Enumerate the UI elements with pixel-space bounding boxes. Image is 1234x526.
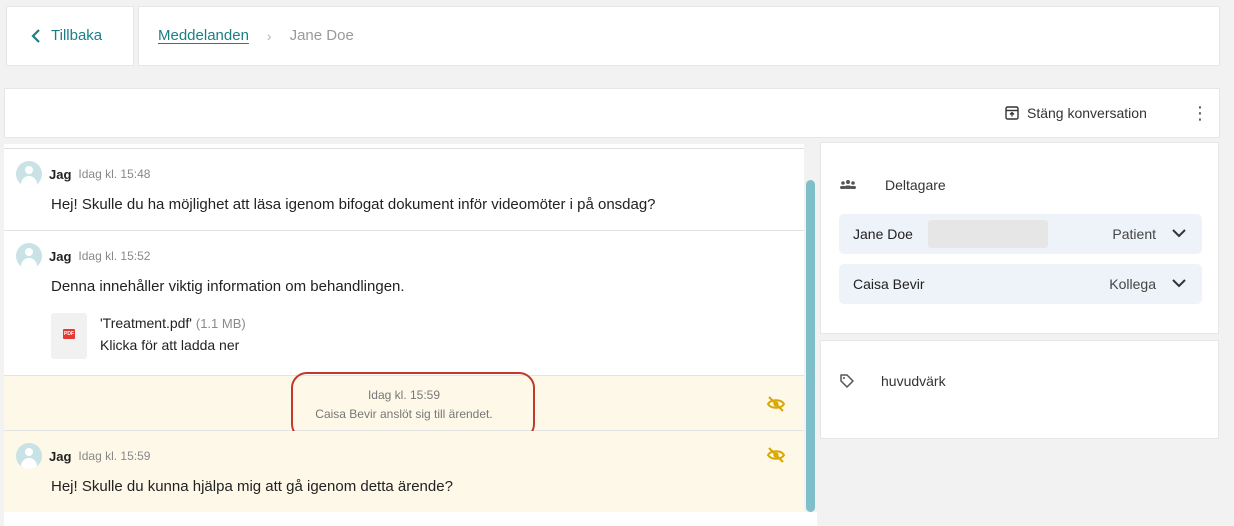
participant-role: Patient [1112,226,1156,242]
eye-off-icon[interactable] [766,394,786,414]
message-sender: Jag [49,448,72,464]
message-sender: Jag [49,166,72,182]
back-label: Tillbaka [51,27,103,44]
message-sender: Jag [49,248,72,264]
participants-title: Deltagare [885,177,946,193]
participant-name: Caisa Bevir [853,276,925,292]
conversation-toolbar: Stäng konversation ⋮ [4,88,1220,138]
tags-panel: huvudvärk [820,340,1219,439]
message-text: Hej! Skulle du kunna hjälpa mig att gå i… [51,478,453,495]
message-time: Idag kl. 15:59 [78,449,151,463]
message-item: Jag Idag kl. 15:48 Hej! Skulle du ha möj… [4,149,804,231]
participants-panel: Deltagare Jane Doe Patient Caisa Bevir K… [820,142,1219,334]
breadcrumb: Meddelanden › Jane Doe [138,6,1220,66]
redacted-field [928,220,1048,248]
participant-row[interactable]: Jane Doe Patient [839,214,1202,254]
tag-icon [840,374,854,388]
scrollbar[interactable] [806,180,815,512]
avatar [16,443,42,469]
attachment-size: (1.1 MB) [195,316,246,331]
annotation-highlight [291,372,535,440]
participant-row[interactable]: Caisa Bevir Kollega [839,264,1202,304]
close-conversation-label: Stäng konversation [1027,105,1147,121]
group-icon [840,180,856,189]
composer-edge [4,512,817,526]
message-text: Hej! Skulle du ha möjlighet att läsa ige… [51,196,656,213]
participant-role: Kollega [1109,276,1156,292]
chevron-down-icon[interactable] [1172,278,1186,288]
system-message: Idag kl. 15:59 Caisa Bevir anslöt sig ti… [4,372,804,440]
attachment-thumbnail[interactable]: PDF [51,313,87,359]
close-conversation-button[interactable]: Stäng konversation [1005,105,1147,121]
pdf-file-icon: PDF [63,329,75,339]
message-item: Jag Idag kl. 15:52 Denna innehåller vikt… [4,231,804,376]
tag-label[interactable]: huvudvärk [881,373,946,389]
chevron-down-icon[interactable] [1172,228,1186,238]
avatar [16,243,42,269]
breadcrumb-current: Jane Doe [289,27,354,44]
back-panel: Tillbaka [6,6,134,66]
participant-name: Jane Doe [853,226,913,242]
back-button[interactable]: Tillbaka [31,27,102,44]
message-text: Denna innehåller viktig information om b… [51,278,405,295]
chevron-left-icon [31,28,40,43]
chevron-right-icon: › [266,27,272,44]
eye-off-icon[interactable] [766,445,786,465]
conversation-thread: Jag Idag kl. 15:48 Hej! Skulle du ha möj… [4,144,817,512]
message-time: Idag kl. 15:52 [78,249,151,263]
breadcrumb-messages-link[interactable]: Meddelanden [158,27,249,44]
message-item: Jag Idag kl. 15:59 Hej! Skulle du kunna … [4,431,804,512]
message-list: Jag Idag kl. 15:48 Hej! Skulle du ha möj… [4,144,804,512]
attachment-download-link[interactable]: Klicka för att ladda ner [100,337,239,353]
avatar [16,161,42,187]
kebab-icon[interactable]: ⋮ [1191,104,1209,122]
message-time: Idag kl. 15:48 [78,167,151,181]
attachment-name: 'Treatment.pdf' (1.1 MB) [100,315,246,331]
archive-icon [1005,106,1019,120]
